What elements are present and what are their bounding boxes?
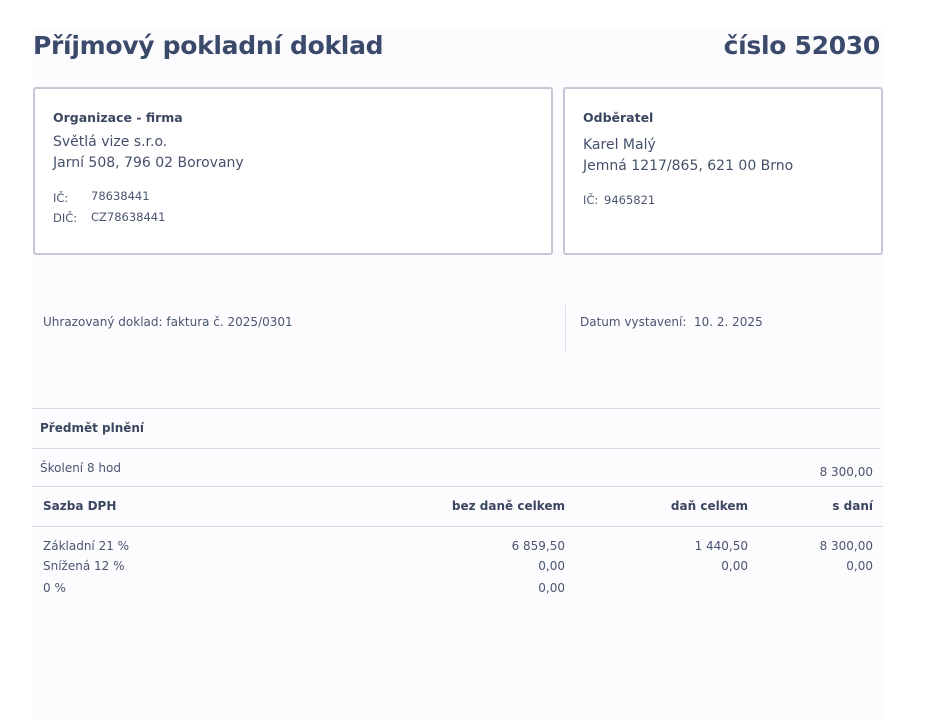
gross-total-cell: 8 300,00 <box>819 539 873 553</box>
document-title: Příjmový pokladní doklad <box>33 31 384 60</box>
subject-item: Školení 8 hod <box>40 461 121 475</box>
subject-heading: Předmět plnění <box>40 421 145 435</box>
customer-address: Jemná 1217/865, 621 00 Brno <box>583 158 794 174</box>
divider <box>32 448 880 449</box>
tax-total-cell: 0,00 <box>721 559 748 573</box>
customer-name: Karel Malý <box>583 137 656 153</box>
organization-dic-label: DIČ: <box>53 211 78 225</box>
gross-total-cell: 0,00 <box>846 559 873 573</box>
divider <box>32 408 880 409</box>
customer-box: Odběratel Karel Malý Jemná 1217/865, 621… <box>563 87 883 255</box>
organization-heading: Organizace - firma <box>53 110 183 125</box>
net-total-cell: 6 859,50 <box>511 539 565 553</box>
vat-rate-header: Sazba DPH <box>43 499 117 513</box>
organization-name: Světlá vize s.r.o. <box>53 134 168 150</box>
customer-ic-value: 9465821 <box>604 193 656 207</box>
paid-document: Uhrazovaný doklad: faktura č. 2025/0301 <box>43 315 293 329</box>
gross-total-header: s daní <box>832 499 873 513</box>
subject-price: 8 300,00 <box>819 465 873 479</box>
organization-ic-value: 78638441 <box>91 189 150 203</box>
tax-total-cell: 1 440,50 <box>694 539 748 553</box>
organization-dic-value: CZ78638441 <box>91 210 166 224</box>
customer-heading: Odběratel <box>583 110 654 125</box>
net-total-header: bez daně celkem <box>451 499 565 513</box>
customer-ic-label: IČ: <box>583 193 599 207</box>
organization-ic-label: IČ: <box>53 191 69 205</box>
vat-rate-cell: Základní 21 % <box>43 539 130 553</box>
net-total-cell: 0,00 <box>538 581 565 595</box>
organization-address: Jarní 508, 796 02 Borovany <box>53 155 244 171</box>
divider <box>32 486 883 487</box>
divider <box>32 526 883 527</box>
document-number: číslo 52030 <box>723 31 881 60</box>
tax-total-header: daň celkem <box>670 499 748 513</box>
meta-divider <box>565 305 566 353</box>
vat-rate-cell: 0 % <box>43 581 66 595</box>
net-total-cell: 0,00 <box>538 559 565 573</box>
vat-rate-cell: Snížená 12 % <box>43 559 125 573</box>
issue-date-value: 10. 2. 2025 <box>694 315 763 329</box>
issue-date-label: Datum vystavení: <box>580 315 687 329</box>
organization-box: Organizace - firma Světlá vize s.r.o. Ja… <box>33 87 553 255</box>
